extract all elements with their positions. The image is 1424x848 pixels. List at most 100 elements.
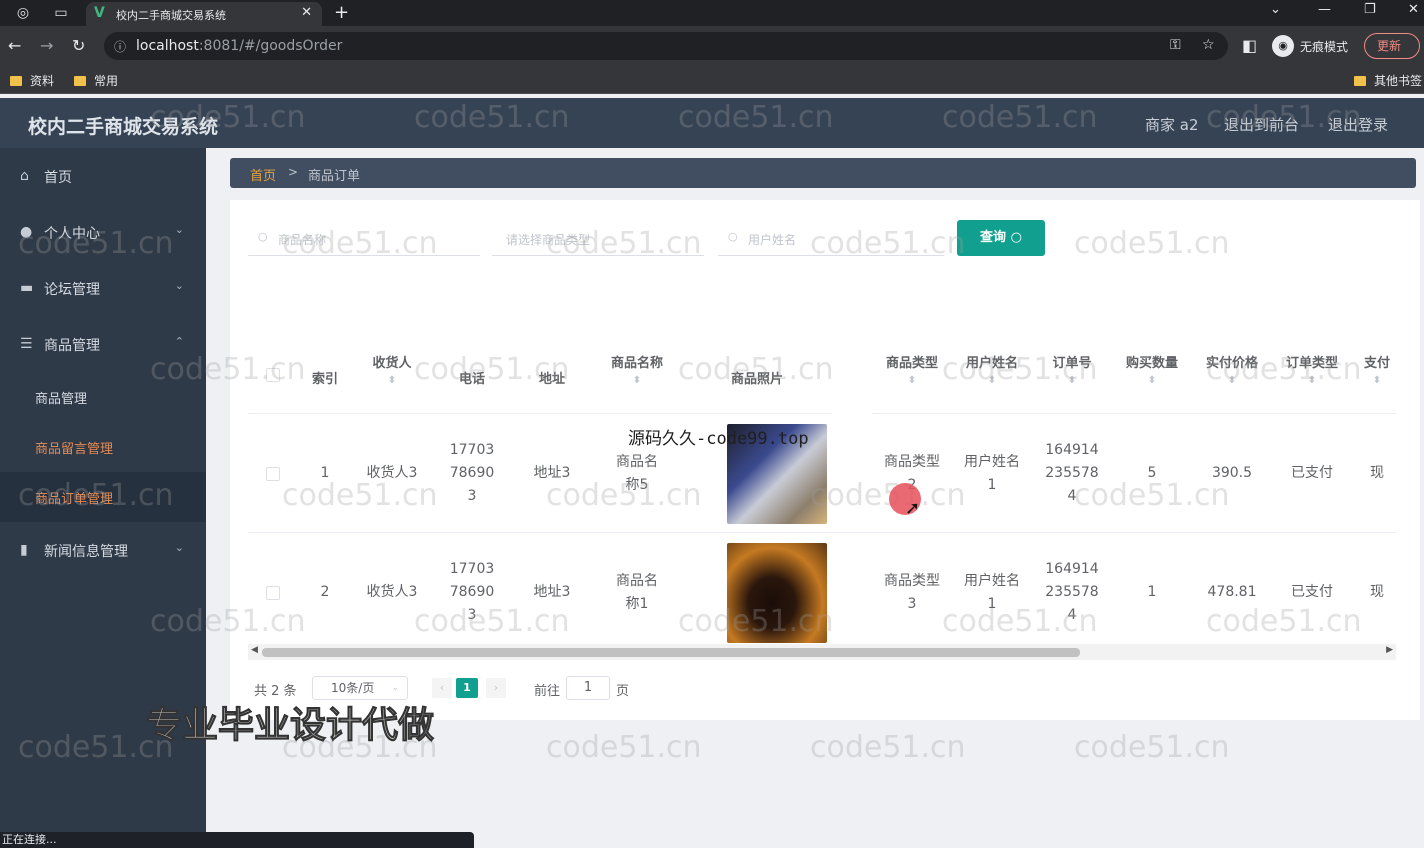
row-checkbox[interactable] [266,466,280,481]
row-checkbox-cell [248,414,298,533]
col-pay[interactable]: 支付 ⬍ [1352,340,1396,414]
user-icon: ● [20,224,33,240]
forward-icon[interactable]: → [40,36,53,55]
prev-page-button[interactable]: ‹ [432,678,452,698]
sort-icon[interactable]: ⬍ [952,375,1032,386]
key-icon[interactable]: ⚿ [1170,37,1181,53]
bar-chart-icon: ▮ [20,542,28,558]
cell-address: 地址3 [533,465,571,481]
cell-pay: 现 [1370,465,1384,481]
sidebar-item-forum[interactable]: ▬ 论坛管理 ⌄ [0,260,206,316]
logout-link[interactable]: 退出登录 [1328,114,1388,135]
col-order-type[interactable]: 订单类型 ⬍ [1272,340,1352,414]
minimize-icon[interactable]: — [1318,2,1331,17]
sort-icon[interactable]: ⬍ [1272,375,1352,386]
col-goods-name[interactable]: 商品名称 ⬍ [592,340,682,414]
breadcrumb: 首页 > 商品订单 [230,158,1416,188]
query-button[interactable]: 查询 ○ [957,220,1045,256]
cell-quantity: 1 [1147,584,1157,600]
bookmark-folder-changyong[interactable]: 常用 [74,72,118,89]
sidepanel-icon[interactable]: ◧ [1242,36,1257,55]
col-address[interactable]: 地址 [512,340,592,414]
sidebar-item-home[interactable]: ⌂ 首页 [0,148,206,204]
back-to-front-link[interactable]: 退出到前台 [1224,114,1299,135]
search-icon: ○ [728,230,738,243]
row-checkbox[interactable] [266,585,280,600]
page-label: 页 [616,684,630,699]
close-window-icon[interactable]: ✕ [1408,2,1419,17]
cell-index: 2 [320,584,330,600]
info-icon[interactable]: ⓘ [114,38,126,55]
user-name-input[interactable]: ○ 用户姓名 [718,220,944,256]
col-price[interactable]: 实付价格 ⬍ [1192,340,1272,414]
goods-name-input[interactable]: ○ 商品名称 [248,220,480,256]
folder-icon [1354,76,1366,86]
sort-icon[interactable]: ⬍ [1032,375,1112,386]
sort-icon[interactable]: ⬍ [1352,375,1396,386]
next-page-button[interactable]: › [486,678,506,698]
sort-icon[interactable]: ⬍ [1192,375,1272,386]
url-input[interactable]: ⓘ localhost:8081/#/goodsOrder ⚿ ☆ [104,32,1228,60]
breadcrumb-home[interactable]: 首页 [250,165,276,184]
sidebar-item-news[interactable]: ▮ 新闻信息管理 ⌄ [0,522,206,578]
back-icon[interactable]: ← [8,36,21,55]
sort-icon[interactable]: ⬍ [592,375,682,386]
star-icon[interactable]: ☆ [1202,37,1215,53]
sort-icon[interactable]: ⬍ [872,375,952,386]
select-all-checkbox[interactable] [266,368,280,382]
sidebar-sub-goods-comments[interactable]: 商品留言管理 [0,422,206,472]
bookmark-folder-other[interactable]: 其他书签 [1354,72,1422,89]
breadcrumb-current: 商品订单 [308,169,361,184]
placeholder: 商品名称 [278,233,327,247]
sidebar-item-label: 商品管理 [44,338,100,354]
goto-page-input[interactable]: 1 [566,676,610,700]
col-goods-photo[interactable]: 商品照片 [682,340,832,414]
sidebar-sub-label: 商品管理 [35,392,88,407]
sidebar-item-goods[interactable]: ☰ 商品管理 ⌃ [0,316,206,372]
cell-goods-type: 商品类型3 [884,572,940,612]
bookmarks-bar: 资料 常用 其他书签 [0,66,1424,94]
cell-index: 1 [320,465,330,481]
bookmark-folder-ziliao[interactable]: 资料 [10,72,54,89]
globe-icon[interactable]: ◎ [14,4,32,22]
table-row[interactable]: 1 收货人3 17703786903 地址3 商品名称5 商品类型2 用户姓名1… [248,414,1396,533]
table-horizontal-scrollbar[interactable]: ◀ ▶ [248,644,1396,660]
maximize-icon[interactable]: ❐ [1364,2,1376,17]
sidebar-sub-label: 商品订单管理 [35,492,114,507]
chevron-down-icon[interactable]: ⌄ [1270,2,1281,17]
col-goods-type[interactable]: 商品类型 ⬍ [872,340,952,414]
orders-panel: ○ 商品名称 请选择商品类型 ○ 用户姓名 查询 ○ 索引 收货人 ⬍ 电话 地址… [230,200,1420,720]
table-row[interactable]: 2 收货人3 17703786903 地址3 商品名称1 商品类型3 用户姓名1… [248,533,1396,652]
scroll-right-icon[interactable]: ▶ [1386,645,1393,655]
cell-order-no: 1649142355784 [1045,561,1099,623]
sidebar-sub-label: 商品留言管理 [35,442,114,457]
home-icon: ⌂ [20,168,29,184]
sidebar-sub-goods[interactable]: 商品管理 [0,372,206,422]
col-user-name[interactable]: 用户姓名 ⬍ [952,340,1032,414]
incognito-icon[interactable]: ◉ [1272,35,1294,57]
sort-icon[interactable]: ⬍ [352,375,432,386]
search-icon: ○ [1010,230,1022,245]
browser-tab[interactable]: V 校内二手商城交易系统 ✕ [86,2,322,26]
reload-icon[interactable]: ↻ [72,36,85,55]
goods-type-select[interactable]: 请选择商品类型 [492,220,704,256]
tab-strip-icon[interactable]: ▭ [52,4,70,22]
breadcrumb-separator: > [288,165,299,179]
cell-pay: 现 [1370,584,1384,600]
col-phone[interactable]: 电话 [432,340,512,414]
update-button[interactable]: 更新 [1364,33,1420,59]
close-tab-icon[interactable]: ✕ [301,5,312,20]
chevron-down-icon: ⌄ [174,279,184,292]
goods-photo[interactable] [727,542,827,643]
scroll-left-icon[interactable]: ◀ [251,645,258,655]
page-number-current[interactable]: 1 [456,678,478,698]
col-order-no[interactable]: 订单号 ⬍ [1032,340,1112,414]
sort-icon[interactable]: ⬍ [1112,375,1192,386]
col-receiver[interactable]: 收货人 ⬍ [352,340,432,414]
col-quantity[interactable]: 购买数量 ⬍ [1112,340,1192,414]
sidebar-sub-goods-orders[interactable]: 商品订单管理 [0,472,206,522]
sidebar-item-personal[interactable]: ● 个人中心 ⌄ [0,204,206,260]
scrollbar-thumb[interactable] [262,648,1080,657]
query-label: 查询 [980,230,1007,245]
new-tab-icon[interactable]: + [334,2,349,23]
